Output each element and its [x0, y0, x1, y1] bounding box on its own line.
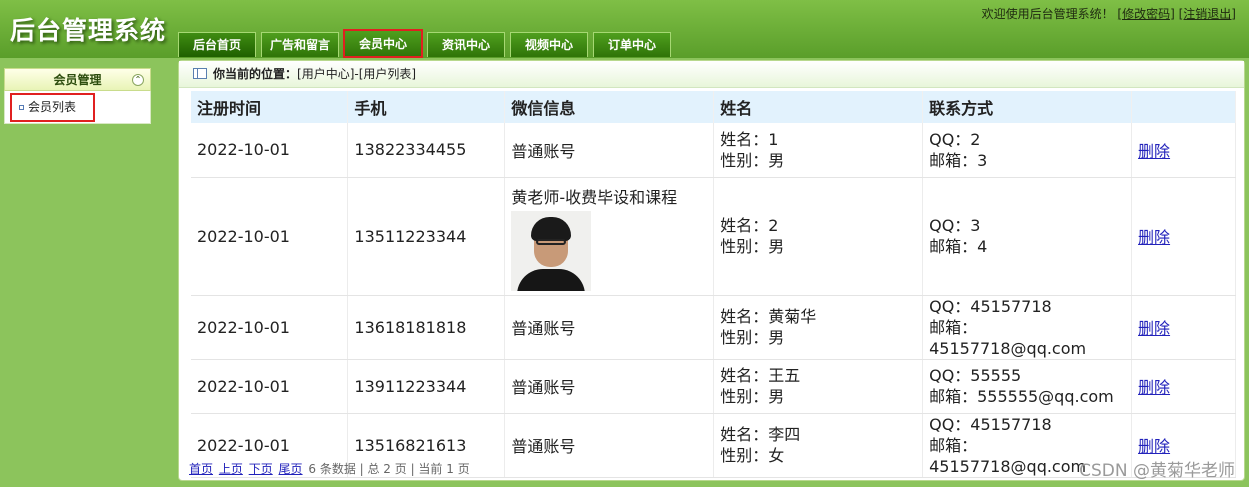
delete-link[interactable]: 删除 — [1138, 319, 1170, 338]
cell-wechat: 普通账号 — [504, 413, 715, 478]
email-line: 邮箱：4 — [929, 237, 988, 256]
first-page-link[interactable]: 首页 — [189, 462, 213, 476]
col-header-wechat: 微信信息 — [504, 91, 715, 123]
cell-action: 删除 — [1131, 359, 1236, 414]
sidebar-section-title: 会员管理 — [53, 73, 102, 87]
cell-name: 姓名：王五性别：男 — [713, 359, 924, 414]
app-header: 后台管理系统 欢迎使用后台管理系统！ [修改密码] [注销退出] 后台首页 广告… — [0, 0, 1249, 58]
gender-line: 性别：男 — [720, 328, 785, 347]
cell-phone: 13511223344 — [347, 177, 506, 296]
col-header-reg-time: 注册时间 — [191, 91, 349, 123]
bullet-icon — [19, 105, 24, 110]
breadcrumb: 你当前的位置：[用户中心]-[用户列表] — [179, 61, 1244, 88]
cell-phone: 13618181818 — [347, 295, 506, 360]
table-row: 2022-10-01 13911223344 普通账号 姓名：王五性别：男 QQ… — [191, 359, 1236, 414]
gender-line: 性别：男 — [720, 387, 785, 406]
welcome-bar: 欢迎使用后台管理系统！ [修改密码] [注销退出] — [982, 5, 1236, 22]
cell-phone: 13911223344 — [347, 359, 506, 414]
cell-action: 删除 — [1131, 177, 1236, 296]
col-header-contact: 联系方式 — [922, 91, 1133, 123]
cell-reg-time: 2022-10-01 — [191, 359, 349, 414]
qq-line: QQ：3 — [929, 216, 981, 235]
table-header-row: 注册时间 手机 微信信息 姓名 联系方式 — [191, 91, 1236, 123]
qq-line: QQ：45157718 — [929, 414, 1052, 434]
watermark: CSDN @黄菊华老师 — [1079, 461, 1235, 481]
cell-contact: QQ：45157718 邮箱：45157718@qq.com — [922, 295, 1133, 360]
last-page-link[interactable]: 尾页 — [279, 462, 303, 476]
cell-name: 姓名：李四性别：女 — [713, 413, 924, 478]
email-line: 邮箱：45157718@qq.com — [929, 317, 1087, 358]
main-nav: 后台首页 广告和留言 会员中心 资讯中心 视频中心 订单中心 — [178, 29, 671, 58]
sidebar: 会员管理 ⌃ 会员列表 — [4, 68, 151, 124]
qq-line: QQ：55555 — [929, 366, 1022, 385]
table-row: 2022-10-01 13511223344 黄老师-收费毕设和课程 姓名：2 性… — [191, 177, 1236, 296]
sidebar-section-body: 会员列表 — [4, 91, 151, 124]
sidebar-item-member-list[interactable]: 会员列表 — [10, 93, 95, 122]
email-line: 邮箱：555555@qq.com — [929, 387, 1114, 406]
breadcrumb-label: 你当前的位置： — [213, 67, 298, 81]
tab-member-center[interactable]: 会员中心 — [343, 29, 423, 58]
pagination-summary: 6 条数据 | 总 2 页 | 当前 1 页 — [308, 462, 470, 476]
cell-action: 删除 — [1131, 123, 1236, 178]
delete-link[interactable]: 删除 — [1138, 437, 1170, 456]
cell-wechat: 普通账号 — [504, 123, 715, 178]
cell-name: 姓名：黄菊华 性别：男 — [713, 295, 924, 360]
avatar — [511, 210, 592, 291]
member-table: 注册时间 手机 微信信息 姓名 联系方式 2022-10-01 13822334… — [191, 91, 1236, 478]
logout-link[interactable]: [注销退出] — [1179, 7, 1236, 21]
gender-line: 性别：男 — [720, 150, 785, 170]
gender-line: 性别：女 — [720, 446, 785, 465]
name-line: 姓名：黄菊华 — [720, 307, 817, 326]
name-line: 姓名：王五 — [720, 366, 801, 385]
col-header-action — [1131, 91, 1236, 123]
tab-order-center[interactable]: 订单中心 — [593, 32, 671, 57]
sidebar-section-header[interactable]: 会员管理 ⌃ — [4, 68, 151, 91]
cell-contact: QQ：2 邮箱：3 — [922, 123, 1133, 178]
main-panel: 你当前的位置：[用户中心]-[用户列表] 注册时间 手机 微信信息 姓名 联系方… — [178, 60, 1245, 481]
tab-dashboard[interactable]: 后台首页 — [178, 32, 256, 57]
table-row: 2022-10-01 13618181818 普通账号 姓名：黄菊华 性别：男 Q… — [191, 295, 1236, 360]
tab-news-center[interactable]: 资讯中心 — [427, 32, 505, 57]
name-line: 姓名：1 — [720, 129, 779, 149]
breadcrumb-path: [用户中心]-[用户列表] — [297, 67, 417, 81]
change-password-link[interactable]: [修改密码] — [1117, 7, 1174, 21]
table-row: 2022-10-01 13822334455 普通账号 姓名：1 性别：男 QQ：… — [191, 123, 1236, 178]
cell-action: 删除 — [1131, 295, 1236, 360]
prev-page-link[interactable]: 上页 — [219, 462, 243, 476]
cell-name: 姓名：2 性别：男 — [713, 177, 924, 296]
cell-contact: QQ：55555 邮箱：555555@qq.com — [922, 359, 1133, 414]
cell-contact: QQ：3 邮箱：4 — [922, 177, 1133, 296]
window-icon — [193, 68, 207, 79]
app-title: 后台管理系统 — [10, 16, 167, 45]
name-line: 姓名：李四 — [720, 425, 801, 444]
cell-reg-time: 2022-10-01 — [191, 295, 349, 360]
delete-link[interactable]: 删除 — [1138, 378, 1170, 397]
name-line: 姓名：2 — [720, 216, 779, 235]
collapse-icon[interactable]: ⌃ — [132, 74, 144, 86]
col-header-phone: 手机 — [347, 91, 506, 123]
qq-line: QQ：45157718 — [929, 296, 1052, 316]
delete-link[interactable]: 删除 — [1138, 142, 1170, 161]
gender-line: 性别：男 — [720, 237, 785, 256]
cell-phone: 13822334455 — [347, 123, 506, 178]
col-header-name: 姓名 — [713, 91, 924, 123]
qq-line: QQ：2 — [929, 129, 981, 149]
wechat-nickname: 黄老师-收费毕设和课程 — [511, 187, 678, 207]
cell-wechat: 普通账号 — [504, 295, 715, 360]
cell-name: 姓名：1 性别：男 — [713, 123, 924, 178]
tab-ads-messages[interactable]: 广告和留言 — [261, 32, 339, 57]
cell-wechat: 黄老师-收费毕设和课程 — [504, 177, 715, 296]
welcome-text: 欢迎使用后台管理系统！ — [981, 7, 1114, 21]
sidebar-item-label: 会员列表 — [28, 100, 77, 114]
tab-video-center[interactable]: 视频中心 — [510, 32, 588, 57]
cell-reg-time: 2022-10-01 — [191, 177, 349, 296]
cell-reg-time: 2022-10-01 — [191, 123, 349, 178]
next-page-link[interactable]: 下页 — [249, 462, 273, 476]
delete-link[interactable]: 删除 — [1138, 228, 1170, 247]
email-line: 邮箱：3 — [929, 150, 988, 170]
cell-wechat: 普通账号 — [504, 359, 715, 414]
pagination: 首页 上页 下页 尾页 6 条数据 | 总 2 页 | 当前 1 页 — [189, 460, 470, 477]
